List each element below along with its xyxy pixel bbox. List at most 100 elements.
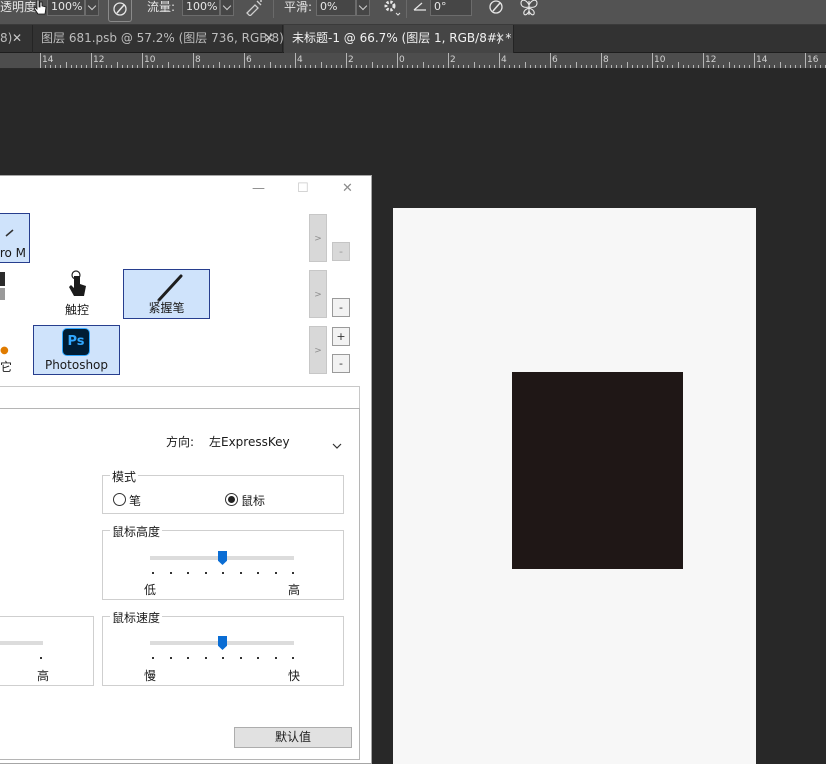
- tab-document-active[interactable]: 未标题-1 @ 66.7% (图层 1, RGB/8#) * ✕: [284, 25, 514, 53]
- symmetry-butterfly-icon[interactable]: [518, 0, 540, 20]
- tick-mark: [292, 657, 294, 659]
- add-application-button[interactable]: +: [332, 327, 350, 346]
- ruler-minor-tick: [529, 65, 531, 68]
- gear-icon[interactable]: [381, 0, 401, 20]
- partial-slider-track[interactable]: [0, 641, 43, 645]
- ruler-minor-tick: [412, 65, 414, 68]
- scroll-right-button[interactable]: >: [309, 270, 327, 318]
- close-button[interactable]: ✕: [342, 181, 353, 196]
- ruler-minor-tick: [764, 65, 766, 68]
- mouse-speed-title: 鼠标速度: [110, 609, 163, 626]
- ruler-major-tick: [499, 53, 500, 68]
- ruler-minor-tick: [70, 65, 72, 68]
- ruler-minor-tick: [672, 65, 674, 68]
- ruler-minor-tick: [289, 65, 291, 68]
- ruler-label: 6: [552, 55, 558, 65]
- ruler-minor-tick: [361, 65, 363, 68]
- tick-mark: [169, 572, 172, 574]
- ruler-minor-tick: [575, 62, 577, 68]
- device-tile-pro[interactable]: ro M: [0, 213, 30, 263]
- ruler-minor-tick: [534, 65, 536, 68]
- ruler-minor-tick: [330, 65, 332, 68]
- orientation-select[interactable]: 左ExpressKey: [209, 433, 290, 450]
- ruler-minor-tick: [407, 65, 409, 68]
- ruler-minor-tick: [172, 65, 174, 68]
- chevron-down-icon[interactable]: [332, 435, 342, 454]
- remove-application-button[interactable]: -: [332, 354, 350, 373]
- close-icon[interactable]: ✕: [264, 25, 274, 52]
- angle-input[interactable]: 0°: [430, 0, 472, 16]
- pressure-size-icon[interactable]: [486, 0, 506, 21]
- ruler-minor-tick: [478, 65, 480, 68]
- ruler-minor-tick: [524, 62, 526, 68]
- ruler-minor-tick: [310, 65, 312, 68]
- close-icon[interactable]: ✕: [12, 25, 22, 52]
- ruler-label: 10: [654, 55, 666, 65]
- ruler-minor-tick: [799, 65, 801, 68]
- ruler-minor-tick: [641, 65, 643, 68]
- ruler-major-tick: [142, 53, 143, 68]
- ruler-minor-tick: [810, 65, 812, 68]
- ruler-minor-tick: [203, 65, 205, 68]
- ruler-minor-tick: [708, 65, 710, 68]
- ruler-minor-tick: [131, 65, 133, 68]
- ruler-minor-tick: [198, 65, 200, 68]
- pressure-opacity-button[interactable]: [108, 0, 132, 22]
- tick-mark: [239, 657, 242, 659]
- maximize-button[interactable]: ☐: [297, 181, 309, 196]
- flow-input[interactable]: 100%: [182, 0, 220, 16]
- mode-mouse-radio[interactable]: [225, 493, 238, 506]
- ruler-label: 14: [42, 55, 54, 65]
- photoshop-window: 透明度 100% 流量: 100% 平滑: 0% 0° 8) ✕ 图层 681.…: [0, 0, 826, 764]
- ruler-minor-tick: [233, 65, 235, 68]
- remove-device-button[interactable]: -: [332, 242, 350, 261]
- ruler-minor-tick: [519, 65, 521, 68]
- smoothing-dropdown[interactable]: [356, 0, 370, 16]
- tool-tile-grip-pen[interactable]: 紧握笔: [123, 269, 210, 319]
- scroll-right-button[interactable]: >: [309, 214, 327, 262]
- ruler-minor-tick: [662, 65, 664, 68]
- opacity-input[interactable]: 100%: [47, 0, 85, 16]
- ruler-minor-tick: [667, 65, 669, 68]
- ruler-minor-tick: [779, 62, 781, 68]
- close-icon[interactable]: ✕: [495, 25, 505, 52]
- scroll-right-button[interactable]: >: [309, 326, 327, 374]
- ruler-minor-tick: [356, 65, 358, 68]
- ruler-major-tick: [652, 53, 653, 68]
- default-button[interactable]: 默认值: [234, 727, 352, 748]
- tab-label: 未标题-1 @ 66.7% (图层 1, RGB/8#) *: [292, 31, 512, 45]
- ruler-minor-tick: [820, 65, 822, 68]
- ruler-minor-tick: [539, 65, 541, 68]
- ruler-minor-tick: [789, 65, 791, 68]
- ruler-minor-tick: [417, 65, 419, 68]
- minimize-button[interactable]: —: [252, 181, 265, 196]
- photoshop-logo-text: Ps: [67, 334, 85, 349]
- tick-mark: [40, 657, 42, 659]
- mode-pen-radio[interactable]: [113, 493, 126, 506]
- ruler-minor-tick: [458, 65, 460, 68]
- device-label: ro M: [0, 246, 26, 260]
- tick-mark: [222, 657, 224, 659]
- opacity-dropdown[interactable]: [85, 0, 99, 16]
- ruler-minor-tick: [560, 65, 562, 68]
- ruler-major-tick: [193, 53, 194, 68]
- tick-mark: [152, 657, 154, 659]
- ruler-minor-tick: [483, 65, 485, 68]
- tick-mark: [187, 572, 189, 574]
- airbrush-icon[interactable]: [245, 0, 265, 19]
- smoothing-input[interactable]: 0%: [316, 0, 356, 16]
- tab-document-1[interactable]: 8) ✕: [0, 25, 33, 53]
- tab-document-2[interactable]: 图层 681.psb @ 57.2% (图层 736, RGB/8) ✕: [33, 25, 284, 53]
- tab-label: 图层 681.psb @ 57.2% (图层 736, RGB/8): [41, 31, 284, 45]
- photoshop-label: Photoshop: [44, 358, 109, 372]
- flow-dropdown[interactable]: [220, 0, 234, 16]
- ruler-label: 8: [603, 55, 609, 65]
- ruler-minor-tick: [504, 65, 506, 68]
- separator: [406, 0, 407, 18]
- remove-tool-button[interactable]: -: [332, 298, 350, 317]
- ruler-minor-tick: [65, 62, 67, 68]
- ruler-minor-tick: [376, 65, 378, 68]
- app-tile-photoshop[interactable]: Ps Photoshop: [33, 325, 120, 375]
- horizontal-ruler[interactable]: 14 12 10 8 6 4 2 0 2 4 6 8 10 12 14 16: [0, 53, 826, 69]
- ruler-label: 2: [450, 55, 456, 65]
